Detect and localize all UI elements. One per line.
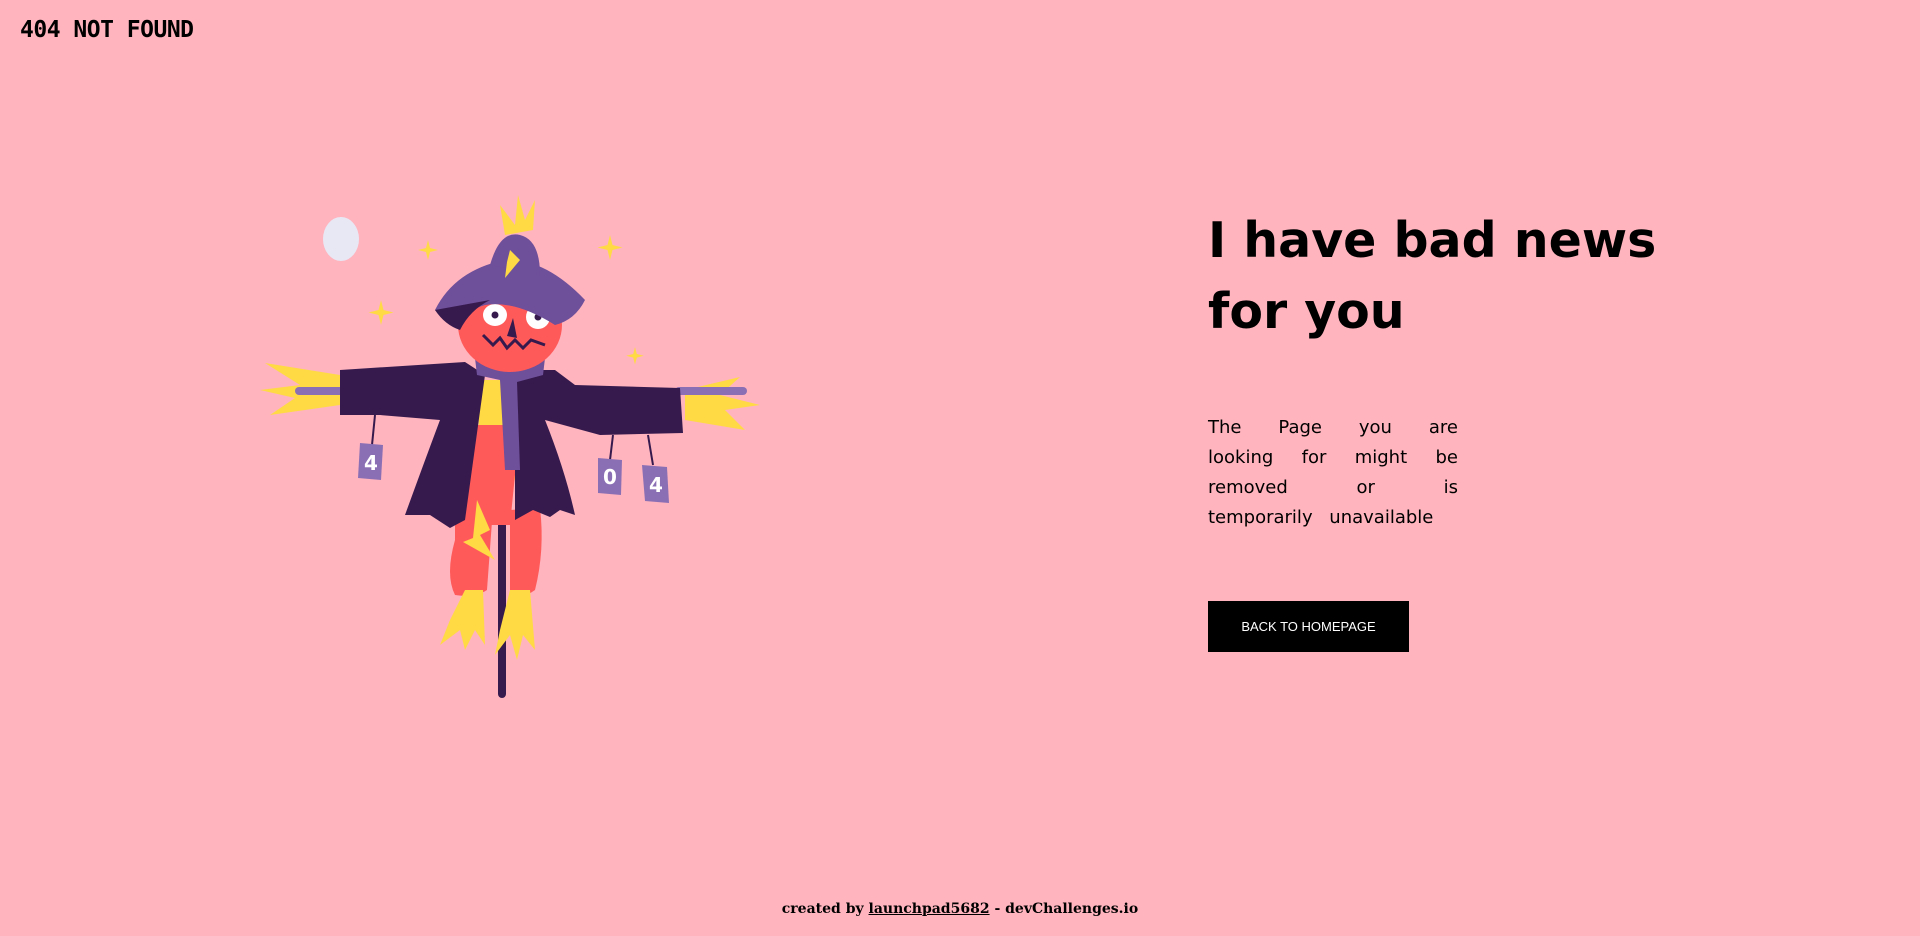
site-logo: 404 NOT FOUND: [20, 17, 194, 43]
moon-icon: [323, 217, 359, 261]
footer-site: devChallenges.io: [1005, 901, 1139, 917]
footer-prefix: created by: [781, 901, 869, 917]
back-to-homepage-button[interactable]: BACK TO HOMEPAGE: [1208, 601, 1409, 652]
can-label: 0: [603, 465, 617, 489]
can-label: 4: [364, 451, 378, 475]
page-headline: I have bad news for you: [1208, 205, 1728, 347]
headline-line-1: I have bad news: [1208, 212, 1657, 269]
author-link[interactable]: launchpad5682: [869, 901, 990, 917]
error-message: The Page you are looking for might be re…: [1208, 417, 1458, 528]
footer-credit: created by launchpad5682 - devChallenges…: [0, 901, 1920, 917]
headline-line-2: for you: [1208, 283, 1405, 340]
can-label: 4: [649, 473, 663, 497]
footer-separator: -: [989, 901, 1006, 917]
scarecrow-illustration: 4 0 4: [255, 190, 765, 705]
